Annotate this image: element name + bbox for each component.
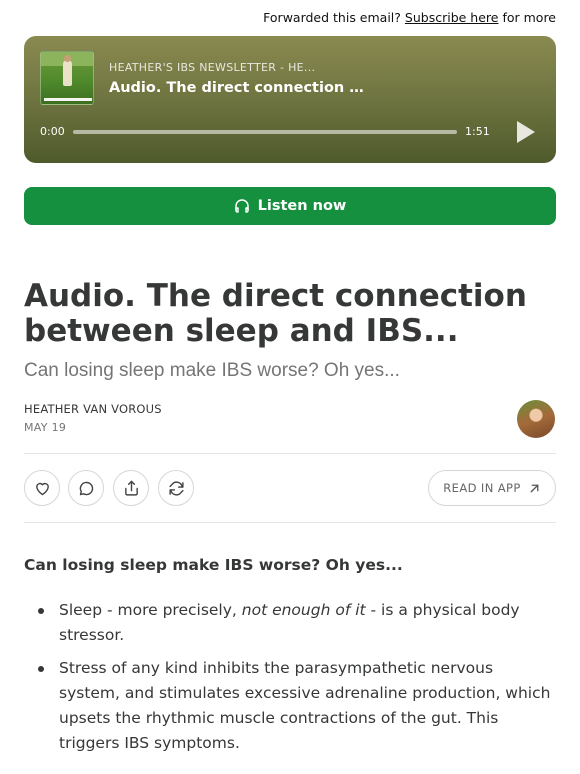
restack-button[interactable] (158, 470, 194, 506)
arrow-up-right-icon (530, 484, 539, 492)
list-item: Stress of any kind inhibits the parasymp… (24, 656, 556, 756)
author-avatar[interactable] (517, 400, 555, 438)
listen-now-label: Listen now (257, 198, 347, 214)
post-subtitle: Can losing sleep make IBS worse? Oh yes.… (24, 360, 400, 381)
bullet1-text: Sleep - more precisely, (59, 601, 242, 619)
like-button[interactable] (24, 470, 60, 506)
divider (24, 453, 556, 454)
audio-progress-bar[interactable] (73, 130, 457, 134)
post-date: MAY 19 (24, 421, 67, 434)
body-lead: Can losing sleep make IBS worse? Oh yes.… (24, 556, 403, 574)
subscribe-link[interactable]: Subscribe here (405, 10, 499, 25)
divider (24, 522, 556, 523)
share-icon (124, 480, 138, 496)
author-name[interactable]: HEATHER VAN VOROUS (24, 402, 162, 416)
post-title: Audio. The direct connection between sle… (24, 278, 527, 349)
listen-now-button[interactable]: Listen now (24, 187, 556, 225)
episode-title: Audio. The direct connection … (109, 80, 364, 96)
forward-prefix: Forwarded this email? (263, 10, 401, 25)
play-icon (517, 121, 535, 143)
forward-bar: Forwarded this email? Subscribe here for… (263, 10, 556, 25)
podcast-cover-image (40, 51, 94, 105)
heart-icon (35, 482, 49, 495)
play-button[interactable] (512, 119, 542, 145)
list-item: Sleep - more precisely, not enough of it… (24, 598, 556, 648)
forward-suffix: for more (502, 10, 556, 25)
restack-icon (168, 480, 184, 496)
time-total: 1:51 (465, 125, 490, 138)
comment-icon (79, 481, 93, 495)
share-button[interactable] (113, 470, 149, 506)
read-in-app-label: READ IN APP (443, 481, 521, 495)
audio-player: HEATHER'S IBS NEWSLETTER - HE... Audio. … (24, 36, 556, 163)
comment-button[interactable] (68, 470, 104, 506)
podcast-show-title: HEATHER'S IBS NEWSLETTER - HE... (109, 61, 316, 74)
headphones-icon (234, 199, 249, 213)
body-bullet-list: Sleep - more precisely, not enough of it… (24, 598, 556, 764)
read-in-app-button[interactable]: READ IN APP (428, 470, 556, 506)
bullet1-emphasis: not enough of it (241, 601, 366, 619)
time-elapsed: 0:00 (40, 125, 65, 138)
